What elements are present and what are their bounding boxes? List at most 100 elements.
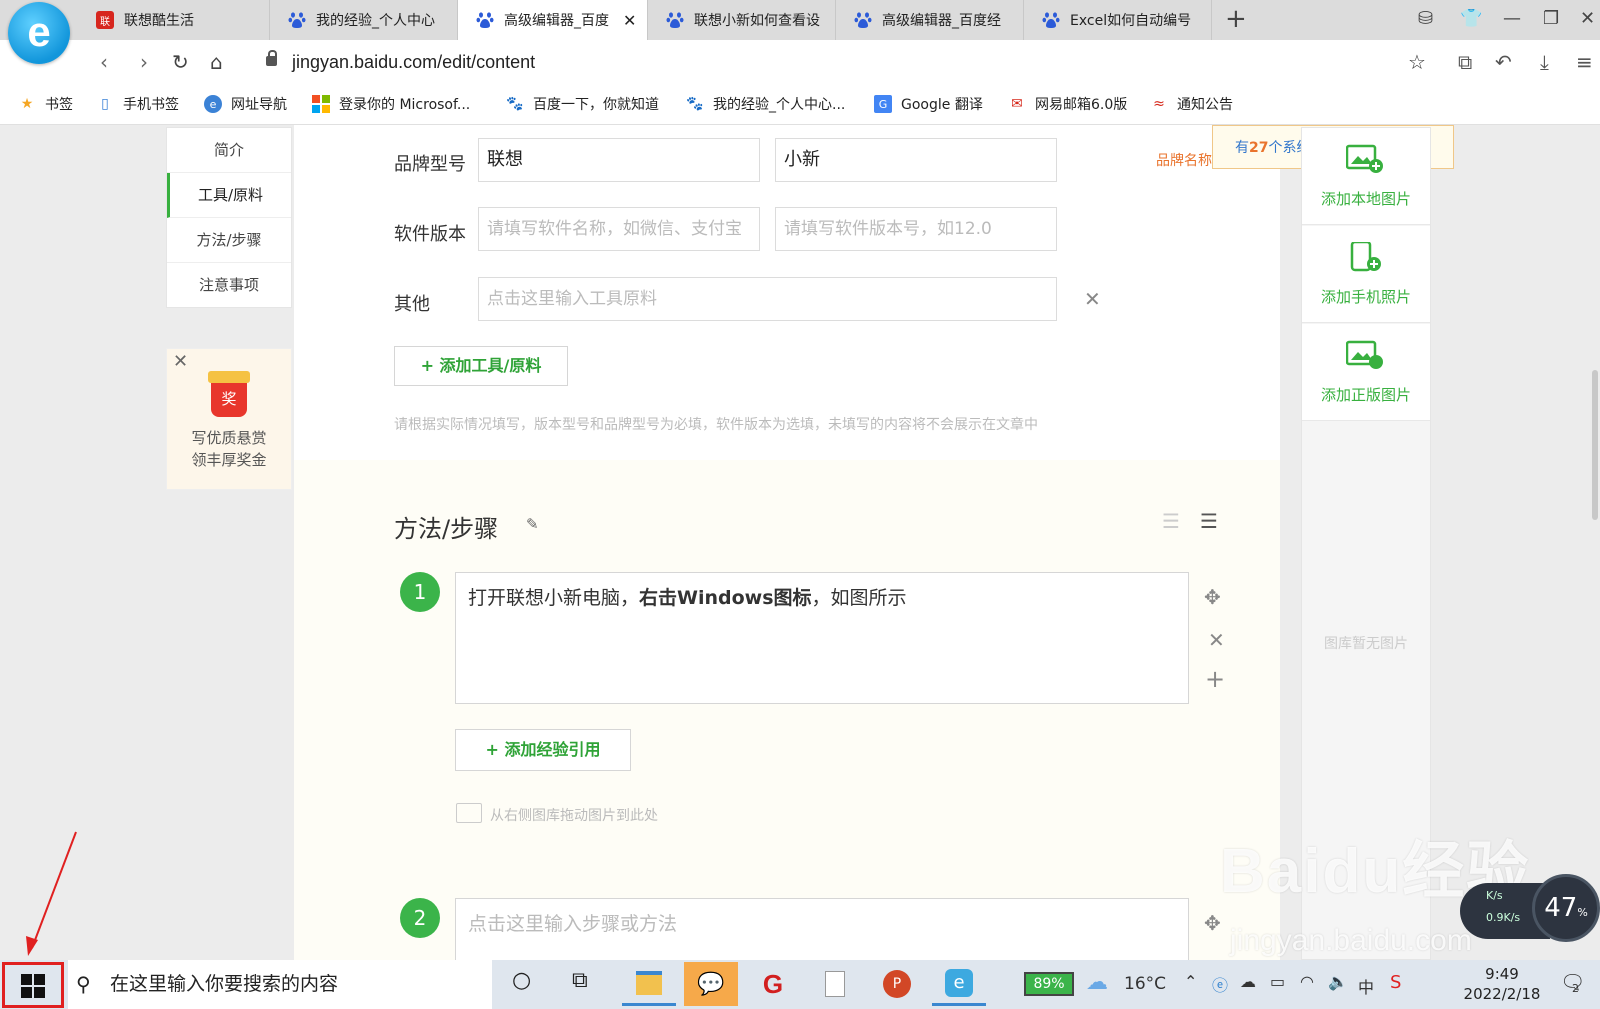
taskbar-search[interactable]: ⚲ 在这里输入你要搜索的内容 [68,960,492,1009]
browser-taskbar-icon[interactable]: e [932,962,986,1006]
onedrive-icon[interactable]: ☁ [1240,972,1256,991]
tray-expand-icon[interactable]: ⌃ [1184,972,1197,991]
weather-icon[interactable]: ☁ [1086,970,1108,995]
restore-icon[interactable]: ❐ [1543,8,1559,29]
bookmark-item[interactable]: e 网址导航 [204,94,287,114]
download-icon[interactable]: ⤓ [1540,50,1549,74]
wechat-icon[interactable]: 💬 [684,962,738,1006]
move-step-icon[interactable]: ✥ [1204,911,1221,935]
file-explorer-icon[interactable] [622,962,676,1006]
move-step-icon[interactable]: ✥ [1204,585,1221,609]
wifi-icon[interactable]: ◠ [1300,972,1314,991]
cortana-icon[interactable]: ○ [512,968,531,993]
close-tab-icon[interactable]: ✕ [623,11,636,30]
battery-indicator[interactable]: 89% [1024,972,1074,996]
reload-icon[interactable]: ↻ [172,50,189,74]
menu-icon[interactable]: ≡ [1576,50,1593,74]
bookmark-item[interactable]: ★ 书签 [18,94,73,114]
nav-intro[interactable]: 简介 [167,128,291,173]
add-reference-button[interactable]: + 添加经验引用 [455,729,631,771]
netease-mail-icon: ✉ [1011,96,1023,112]
task-view-icon[interactable]: ⧉ [572,968,588,993]
tab-my-experience[interactable]: 我的经验_个人中心 [270,0,458,40]
page-scrollbar[interactable] [1592,370,1598,520]
step-1-editor[interactable]: 打开联想小新电脑，右击Windows图标，如图所示 [455,572,1189,704]
brand-name-link[interactable]: 品牌名称 [1156,150,1212,170]
delete-step-icon[interactable]: ✕ [1208,628,1225,652]
tab-title: 联想酷生活 [124,13,194,29]
back-icon[interactable]: ‹ [100,50,108,74]
tab-title: 我的经验_个人中心 [316,13,435,29]
tab-excel-numbering[interactable]: Excel如何自动编号 [1024,0,1212,40]
bookmark-item[interactable]: ✉ 网易邮箱6.0版 [1008,94,1127,114]
url-input[interactable]: jingyan.baidu.com/edit/content [292,52,535,73]
step1-text-end: ，如图所示 [811,587,907,609]
tab-lenovo-howto[interactable]: 联想小新如何查看设 [648,0,836,40]
browser-logo-icon[interactable]: e [8,2,70,64]
volume-icon[interactable]: 🔈 [1328,972,1348,991]
sogou-ime-icon[interactable]: S [1390,972,1401,993]
remove-row-icon[interactable]: ✕ [1084,287,1101,311]
document-icon[interactable] [808,962,862,1006]
incognito-icon[interactable]: ⛁ [1418,8,1433,29]
bullet-list-icon[interactable]: ☰ [1200,509,1218,533]
windows-start-button[interactable] [2,962,64,1008]
reward-promo[interactable]: ✕ 奖 写优质悬赏 领丰厚奖金 [166,348,292,490]
ime-indicator[interactable]: 中 [1358,974,1374,998]
close-promo-icon[interactable]: ✕ [173,351,188,372]
skin-icon[interactable]: 👕 [1460,8,1482,29]
bookmarks-bar: ★ 书签 ▯ 手机书签 e 网址导航 登录你的 Microsof... 🐾 百度一下，你… [0,84,1600,125]
gauge-percent: 47 [1544,893,1578,923]
add-local-image-label: 添加本地图片 [1320,190,1411,208]
bookmark-item[interactable]: 登录你的 Microsof... [312,94,470,114]
nav-notes[interactable]: 注意事项 [167,263,291,307]
system-clock[interactable]: 9:49 2022/2/18 [1462,964,1542,1004]
software-name-input[interactable]: 请填写软件名称，如微信、支付宝 [478,207,760,251]
software-version-input[interactable]: 请填写软件版本号，如12.0 [775,207,1057,251]
edit-pencil-icon[interactable]: ✎ [526,515,539,533]
bookmark-item[interactable]: ▯ 手机书签 [96,94,179,114]
tab-advanced-editor-2[interactable]: 高级编辑器_百度经 [836,0,1024,40]
close-window-icon[interactable]: ✕ [1580,8,1595,29]
extensions-icon[interactable]: ⧉ [1458,50,1472,74]
weather-temp[interactable]: 16°C [1124,974,1166,994]
add-step-icon[interactable]: + [1205,665,1225,693]
bookmark-item[interactable]: G Google 翻译 [874,94,983,114]
memory-gauge[interactable]: 47% [1532,874,1600,942]
forward-icon[interactable]: › [140,50,148,74]
baidu-paw-icon [288,11,306,29]
tray-battery-icon[interactable]: ▭ [1270,972,1285,991]
undo-close-icon[interactable]: ↶ [1495,50,1512,74]
tab-title: 高级编辑器_百度 [504,13,609,29]
bookmark-star-icon[interactable]: ☆ [1408,50,1426,74]
step-2-editor[interactable]: 点击这里输入步骤或方法 [455,898,1189,960]
powerpoint-icon[interactable]: P [870,962,924,1006]
add-tool-button[interactable]: + 添加工具/原料 [394,346,568,386]
nav-steps[interactable]: 方法/步骤 [167,218,291,263]
nav-tools[interactable]: 工具/原料 [167,173,291,218]
ordered-list-icon[interactable]: ☰ [1162,509,1180,533]
minimize-icon[interactable]: — [1503,8,1521,29]
bookmark-label: 手机书签 [123,97,179,113]
add-phone-icon [1350,242,1381,272]
search-icon: ⚲ [76,972,91,996]
bookmark-item[interactable]: 🐾 百度一下，你就知道 [506,94,659,114]
software-label: 软件版本 [394,224,466,245]
add-licensed-image-button[interactable]: 添加正版图片 [1302,324,1430,421]
bookmark-label: 百度一下，你就知道 [533,97,659,113]
add-local-image-button[interactable]: 添加本地图片 [1302,128,1430,225]
bookmark-item[interactable]: ≈ 通知公告 [1150,94,1233,114]
brand-input[interactable]: 联想 [478,138,760,182]
app-g-icon[interactable]: G [746,962,800,1006]
tray-browser-icon[interactable]: ⓔ [1212,972,1228,996]
model-input[interactable]: 小新 [775,138,1057,182]
upload-speed: K/s [1486,889,1503,902]
clock-date: 2022/2/18 [1463,985,1541,1003]
other-input[interactable]: 点击这里输入工具原料 [478,277,1057,321]
home-icon[interactable]: ⌂ [210,50,223,74]
new-tab-button[interactable]: + [1225,4,1247,34]
bookmark-item[interactable]: 🐾 我的经验_个人中心... [686,94,845,114]
tab-lenovo[interactable]: 联 联想酷生活 [78,0,270,40]
tab-advanced-editor-active[interactable]: 高级编辑器_百度 ✕ [458,0,648,40]
add-phone-photo-button[interactable]: 添加手机照片 [1302,226,1430,323]
